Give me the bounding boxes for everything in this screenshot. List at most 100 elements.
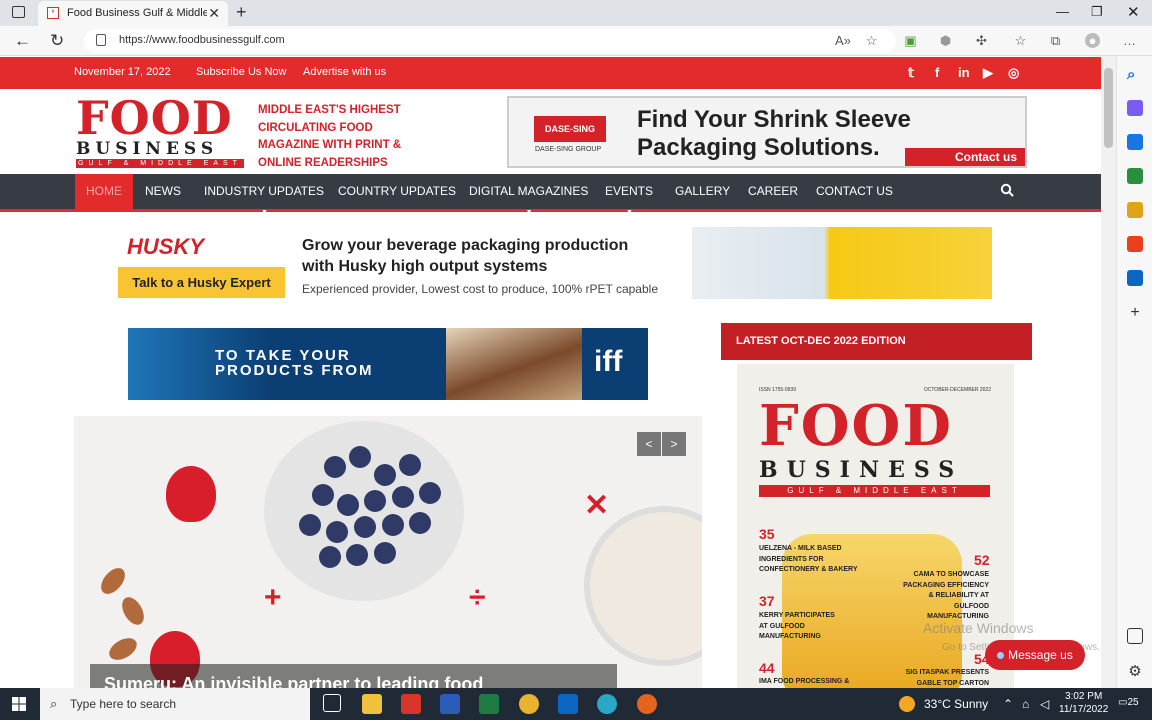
blueberry	[312, 484, 334, 506]
nav-gallery[interactable]: GALLERY	[664, 174, 741, 209]
nav-career[interactable]: CAREER	[737, 174, 809, 209]
message-us-button[interactable]: Message us	[985, 640, 1085, 670]
hide-sidebar-icon[interactable]	[1127, 628, 1143, 644]
page-scrollbar[interactable]	[1101, 56, 1116, 688]
husky-line-3: Experienced provider, Lowest cost to pro…	[302, 282, 658, 296]
extension-icon[interactable]: ▣	[903, 33, 918, 48]
activate-windows-title: Activate Windows	[923, 620, 1034, 636]
profile-avatar-icon[interactable]: ●	[1085, 33, 1100, 48]
husky-headline: Grow your beverage packaging production …	[302, 235, 628, 277]
nav-industry-updates[interactable]: INDUSTRY UPDATES ▼	[193, 174, 335, 216]
browser-tab[interactable]: ˢ Food Business Gulf & Middle East ✕	[38, 1, 228, 26]
outlook-taskbar-icon[interactable]	[558, 694, 578, 714]
story-text: SIG ITASPAK PRESENTS GABLE TOP CARTON	[905, 669, 989, 687]
favorites-icon[interactable]: ☆	[1013, 33, 1028, 48]
read-aloud-icon[interactable]: A»	[835, 33, 851, 48]
nav-events[interactable]: EVENTS ▼	[594, 174, 664, 216]
lock-icon	[96, 34, 106, 46]
instagram-icon[interactable]: ◎	[1008, 65, 1019, 81]
nav-digital-magazines[interactable]: DIGITAL MAGAZINES ▼	[458, 174, 599, 216]
task-view-icon[interactable]	[323, 694, 341, 712]
file-explorer-icon[interactable]	[362, 694, 382, 714]
games-icon[interactable]	[1127, 168, 1143, 184]
site-logo[interactable]: FOOD BUSINESS GULF & MIDDLE EAST	[76, 95, 244, 169]
chevron-down-icon: ▼	[626, 209, 633, 216]
ad-headline: Find Your Shrink Sleeve Packaging Soluti…	[637, 106, 911, 162]
maximize-icon[interactable]: ❐	[1091, 4, 1103, 20]
search-icon[interactable]	[1000, 183, 1014, 197]
youtube-icon[interactable]: ▶	[983, 65, 993, 81]
volume-icon[interactable]: ◁	[1040, 697, 1049, 711]
twitter-icon[interactable]: 𝕥	[908, 65, 914, 81]
shrink-sleeve-ad[interactable]: DASE-SING DASE-SING GROUP Find Your Shri…	[507, 96, 1027, 168]
shopping-icon[interactable]	[1127, 134, 1143, 150]
nav-home[interactable]: HOME	[75, 174, 133, 209]
copilot-icon[interactable]	[1127, 100, 1143, 116]
magazine-cover[interactable]: ISSN 1755-0939 OCTOBER-DECEMBER 2022 FOO…	[737, 364, 1014, 688]
back-icon[interactable]: ←	[14, 31, 31, 51]
talk-to-expert-button[interactable]: Talk to a Husky Expert	[118, 267, 285, 298]
acrobat-icon[interactable]	[401, 694, 421, 714]
subscribe-link[interactable]: Subscribe Us Now	[196, 66, 286, 78]
iff-ad[interactable]: TO TAKE YOUR PRODUCTS FROM iff	[128, 328, 648, 400]
weather-sun-icon[interactable]	[899, 696, 915, 712]
edge-icon[interactable]	[597, 694, 617, 714]
tab-title: Food Business Gulf & Middle East	[67, 7, 207, 19]
ad-contact-button[interactable]: Contact us	[905, 148, 1025, 166]
new-tab-icon[interactable]: +	[236, 2, 247, 23]
tools-icon[interactable]	[1127, 202, 1143, 218]
add-sidebar-icon[interactable]: +	[1127, 304, 1143, 321]
edition-header: LATEST OCT-DEC 2022 EDITION	[721, 323, 1032, 360]
linkedin-icon[interactable]: in	[958, 65, 970, 80]
excel-icon[interactable]	[479, 694, 499, 714]
blueberry	[364, 490, 386, 512]
address-bar[interactable]: https://www.foodbusinessgulf.com	[84, 29, 896, 53]
refresh-icon[interactable]: ↻	[50, 31, 64, 51]
almond	[96, 563, 130, 599]
tab-close-icon[interactable]: ✕	[208, 5, 220, 22]
hero-caption[interactable]: Sumeru: An invisible partner to leading …	[90, 664, 617, 688]
slider-prev-button[interactable]: <	[637, 432, 661, 456]
chrome-icon[interactable]	[519, 694, 539, 714]
address-toolbar: ← ↻ https://www.foodbusinessgulf.com A» …	[0, 26, 1152, 56]
taskbar-clock[interactable]: 3:02 PM 11/17/2022	[1059, 690, 1108, 716]
husky-ad[interactable]: HUSKY Talk to a Husky Expert Grow your b…	[118, 227, 992, 301]
nav-contact-us[interactable]: CONTACT US	[805, 174, 904, 209]
shield-icon[interactable]: ⬢	[938, 33, 953, 48]
search-sidebar-icon[interactable]: ⌕	[1127, 66, 1143, 83]
blueberry	[326, 521, 348, 543]
outlook-icon[interactable]	[1127, 270, 1143, 286]
story-number: 37	[759, 593, 775, 609]
firefox-icon[interactable]	[637, 694, 657, 714]
window-close-icon[interactable]: ✕	[1127, 3, 1140, 21]
milk-glass	[584, 506, 702, 666]
hero-slider[interactable]: + ÷ ✕ < > Sumeru: An invisible partner t…	[74, 416, 702, 688]
notifications-icon[interactable]: ▭25	[1118, 697, 1139, 708]
extensions-puzzle-icon[interactable]: ✣	[974, 33, 989, 48]
blueberry	[337, 494, 359, 516]
taskbar-search[interactable]: ⌕ Type here to search	[40, 688, 310, 720]
facebook-icon[interactable]: f	[935, 65, 939, 80]
windows-start-icon[interactable]	[12, 697, 26, 711]
logo-gulf: GULF & MIDDLE EAST	[76, 159, 244, 168]
add-favorite-icon[interactable]: ☆	[864, 33, 879, 48]
nav-news[interactable]: NEWS	[134, 174, 192, 209]
story-text: CAMA TO SHOWCASE PACKAGING EFFICIENCY & …	[903, 571, 989, 620]
cover-gulf: GULF & MIDDLE EAST	[759, 485, 990, 497]
more-menu-icon[interactable]: …	[1122, 33, 1137, 48]
collections-icon[interactable]: ⧉	[1048, 33, 1063, 48]
nav-country-updates[interactable]: COUNTRY UPDATES	[327, 174, 467, 209]
scrollbar-thumb[interactable]	[1104, 68, 1113, 148]
tab-actions-icon[interactable]	[12, 6, 25, 18]
blueberry	[374, 542, 396, 564]
office-icon[interactable]	[1127, 236, 1143, 252]
minimize-icon[interactable]: —	[1056, 4, 1069, 19]
advertise-link[interactable]: Advertise with us	[303, 66, 386, 78]
weather-text[interactable]: 33°C Sunny	[924, 697, 988, 711]
blueberry	[382, 514, 404, 536]
slider-next-button[interactable]: >	[662, 432, 686, 456]
word-icon[interactable]	[440, 694, 460, 714]
tray-chevron-icon[interactable]: ⌃	[1003, 697, 1013, 711]
settings-gear-icon[interactable]: ⚙	[1127, 662, 1143, 680]
network-icon[interactable]: ⌂	[1022, 697, 1029, 711]
